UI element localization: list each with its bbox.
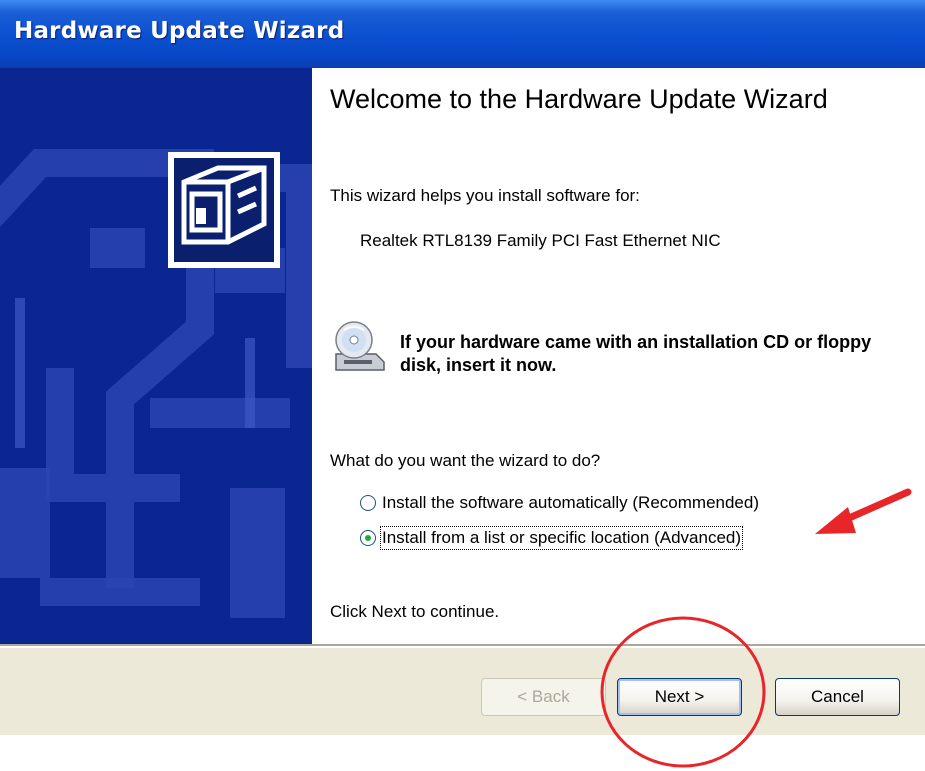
next-button[interactable]: Next > — [617, 678, 742, 716]
back-button-label: < Back — [517, 687, 570, 706]
back-button[interactable]: < Back — [481, 678, 606, 716]
option-advanced-label[interactable]: Install from a list or specific location… — [379, 526, 744, 550]
cancel-button[interactable]: Cancel — [775, 678, 900, 716]
button-bar: < Back Next > Cancel — [0, 644, 925, 735]
next-button-label: Next > — [654, 687, 705, 706]
page-title: Welcome to the Hardware Update Wizard — [330, 84, 828, 114]
option-automatic-label[interactable]: Install the software automatically (Reco… — [382, 493, 759, 513]
title-bar[interactable]: Hardware Update Wizard — [0, 0, 925, 68]
radio-advanced[interactable] — [360, 530, 376, 546]
wizard-question: What do you want the wizard to do? — [330, 451, 601, 470]
continue-hint: Click Next to continue. — [330, 602, 500, 621]
cancel-button-label: Cancel — [811, 687, 864, 706]
wizard-content: Welcome to the Hardware Update Wizard Th… — [312, 68, 925, 646]
radio-automatic[interactable] — [360, 495, 376, 511]
side-panel-graphic — [0, 68, 312, 646]
cd-drive-icon — [330, 320, 388, 372]
option-advanced[interactable]: Install from a list or specific location… — [360, 525, 744, 551]
wizard-window: Hardware Update Wizard Welcome to the Ha… — [0, 0, 925, 735]
cd-prompt: If your hardware came with an installati… — [400, 332, 872, 375]
device-name: Realtek RTL8139 Family PCI Fast Ethernet… — [360, 231, 721, 250]
intro-text: This wizard helps you install software f… — [330, 186, 640, 205]
hardware-card-icon — [168, 152, 280, 268]
option-automatic[interactable]: Install the software automatically (Reco… — [360, 490, 759, 516]
window-title: Hardware Update Wizard — [14, 18, 345, 44]
